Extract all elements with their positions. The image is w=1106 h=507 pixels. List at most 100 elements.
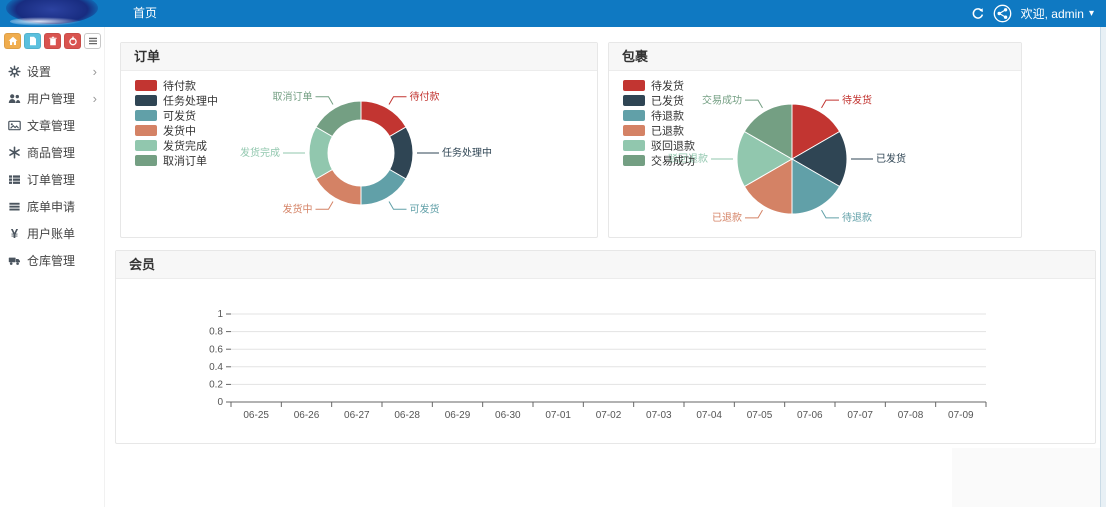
legend-label: 发货中 bbox=[163, 123, 196, 137]
packages-chart: 待发货已发货待退款已退款驳回退款交易成功待发货已发货待退款已退款驳回退款交易成功 bbox=[609, 71, 1021, 242]
slice-label: 取消订单 bbox=[273, 90, 313, 103]
y-tick-label: 1 bbox=[217, 309, 223, 320]
slice-label: 发货中 bbox=[283, 202, 313, 215]
pie-slice-2[interactable] bbox=[361, 170, 406, 206]
sidebar-item-warehouse[interactable]: 仓库管理 bbox=[0, 247, 104, 274]
legend-label: 待退款 bbox=[651, 108, 684, 122]
x-tick-label: 07-08 bbox=[898, 410, 924, 421]
legend-item[interactable]: 驳回退款 bbox=[623, 138, 695, 152]
orders-panel-title: 订单 bbox=[121, 43, 597, 71]
navbar-right: 欢迎, admin ▾ bbox=[971, 0, 1094, 27]
yen-icon: ¥ bbox=[6, 226, 23, 241]
orders-pie-chart: 待付款任务处理中可发货发货中发货完成取消订单待付款任务处理中可发货发货中发货完成… bbox=[121, 71, 597, 237]
sidebar-item-label: 商品管理 bbox=[27, 144, 75, 161]
x-tick-label: 07-04 bbox=[696, 410, 722, 421]
label-line bbox=[745, 100, 763, 108]
legend-item[interactable]: 待发货 bbox=[623, 78, 684, 92]
power-icon[interactable] bbox=[64, 33, 81, 49]
sidebar-item-label: 设置 bbox=[27, 63, 51, 80]
label-line bbox=[389, 97, 407, 105]
x-tick-label: 07-03 bbox=[646, 410, 672, 421]
sidebar-item-label: 底单申请 bbox=[27, 198, 75, 215]
welcome-text[interactable]: 欢迎, admin bbox=[1021, 5, 1084, 22]
tab-home[interactable]: 首页 bbox=[125, 0, 165, 27]
sidebar-item-users[interactable]: 用户管理 › bbox=[0, 85, 104, 112]
members-line-chart: 00.20.40.60.8106-2506-2606-2706-2806-290… bbox=[116, 279, 1095, 443]
refresh-icon[interactable] bbox=[971, 7, 984, 20]
legend-item[interactable]: 待付款 bbox=[135, 78, 196, 92]
legend-label: 可发货 bbox=[163, 108, 196, 122]
table-icon bbox=[6, 173, 23, 186]
x-tick-label: 06-25 bbox=[243, 410, 269, 421]
x-tick-label: 07-06 bbox=[797, 410, 823, 421]
sidebar-item-orders[interactable]: 订单管理 bbox=[0, 166, 104, 193]
legend-label: 驳回退款 bbox=[651, 138, 695, 152]
sidebar-item-label: 用户账单 bbox=[27, 225, 75, 242]
slice-label: 交易成功 bbox=[702, 93, 742, 106]
legend-item[interactable]: 已退款 bbox=[623, 123, 684, 137]
top-navbar: 首页 欢迎, admin ▾ bbox=[0, 0, 1106, 27]
y-tick-label: 0.6 bbox=[209, 344, 223, 355]
caret-down-icon[interactable]: ▾ bbox=[1089, 8, 1094, 19]
scrollbar[interactable] bbox=[1100, 27, 1106, 507]
list-icon[interactable] bbox=[84, 33, 101, 49]
sidebar-item-settings[interactable]: 设置 › bbox=[0, 58, 104, 85]
sidebar-item-label: 文章管理 bbox=[27, 117, 75, 134]
sidebar-item-articles[interactable]: 文章管理 bbox=[0, 112, 104, 139]
trash-icon[interactable] bbox=[44, 33, 61, 49]
sidebar-item-label: 仓库管理 bbox=[27, 252, 75, 269]
legend-item[interactable]: 待退款 bbox=[623, 108, 684, 122]
members-chart: 00.20.40.60.8106-2506-2606-2706-2806-290… bbox=[116, 279, 1095, 448]
sidebar-item-label: 用户管理 bbox=[27, 90, 75, 107]
logo-image[interactable] bbox=[0, 0, 104, 27]
label-line bbox=[316, 97, 334, 105]
avatar-icon[interactable] bbox=[993, 4, 1012, 23]
x-tick-label: 07-09 bbox=[948, 410, 974, 421]
slice-label: 待付款 bbox=[410, 90, 440, 103]
sidebar-item-receipt-request[interactable]: 底单申请 bbox=[0, 193, 104, 220]
legend-label: 已退款 bbox=[651, 123, 684, 137]
users-icon bbox=[6, 92, 23, 105]
sidebar-item-label: 订单管理 bbox=[27, 171, 75, 188]
legend-label: 取消订单 bbox=[163, 153, 207, 167]
x-tick-label: 07-07 bbox=[847, 410, 873, 421]
home-icon[interactable] bbox=[4, 33, 21, 49]
x-tick-label: 06-29 bbox=[445, 410, 471, 421]
legend-label: 已发货 bbox=[651, 93, 684, 107]
slice-label: 待发货 bbox=[842, 93, 872, 106]
x-tick-label: 06-27 bbox=[344, 410, 370, 421]
packages-panel: 包裹 待发货已发货待退款已退款驳回退款交易成功待发货已发货待退款已退款驳回退款交… bbox=[608, 42, 1022, 238]
y-tick-label: 0.4 bbox=[209, 362, 223, 373]
legend-item[interactable]: 取消订单 bbox=[135, 153, 207, 167]
packages-panel-title: 包裹 bbox=[609, 43, 1021, 71]
x-tick-label: 07-01 bbox=[545, 410, 571, 421]
slice-label: 任务处理中 bbox=[442, 146, 492, 159]
members-panel-title: 会员 bbox=[116, 251, 1095, 279]
x-tick-label: 07-02 bbox=[596, 410, 622, 421]
orders-chart: 待付款任务处理中可发货发货中发货完成取消订单待付款任务处理中可发货发货中发货完成… bbox=[121, 71, 597, 242]
pie-slice-5[interactable] bbox=[316, 101, 361, 137]
sidebar-item-products[interactable]: 商品管理 bbox=[0, 139, 104, 166]
legend-item[interactable]: 发货中 bbox=[135, 123, 196, 137]
legend-item[interactable]: 发货完成 bbox=[135, 138, 207, 152]
y-tick-label: 0 bbox=[217, 397, 223, 408]
legend-item[interactable]: 交易成功 bbox=[623, 153, 695, 167]
x-tick-label: 06-30 bbox=[495, 410, 521, 421]
legend-item[interactable]: 任务处理中 bbox=[135, 94, 218, 107]
slice-label: 发货完成 bbox=[240, 146, 280, 159]
legend-item[interactable]: 可发货 bbox=[135, 108, 196, 122]
quick-buttons bbox=[0, 27, 104, 56]
logo-swoosh bbox=[10, 17, 82, 26]
legend-item[interactable]: 已发货 bbox=[623, 93, 684, 107]
file-icon[interactable] bbox=[24, 33, 41, 49]
sidebar-item-user-bills[interactable]: ¥ 用户账单 bbox=[0, 220, 104, 247]
truck-icon bbox=[6, 254, 23, 267]
bars-icon bbox=[6, 200, 23, 213]
label-line bbox=[822, 100, 840, 108]
x-tick-label: 07-05 bbox=[747, 410, 773, 421]
x-tick-label: 06-28 bbox=[394, 410, 420, 421]
y-tick-label: 0.2 bbox=[209, 380, 223, 391]
x-tick-label: 06-26 bbox=[294, 410, 320, 421]
footer-shade bbox=[952, 448, 1100, 507]
gear-icon bbox=[6, 65, 23, 78]
